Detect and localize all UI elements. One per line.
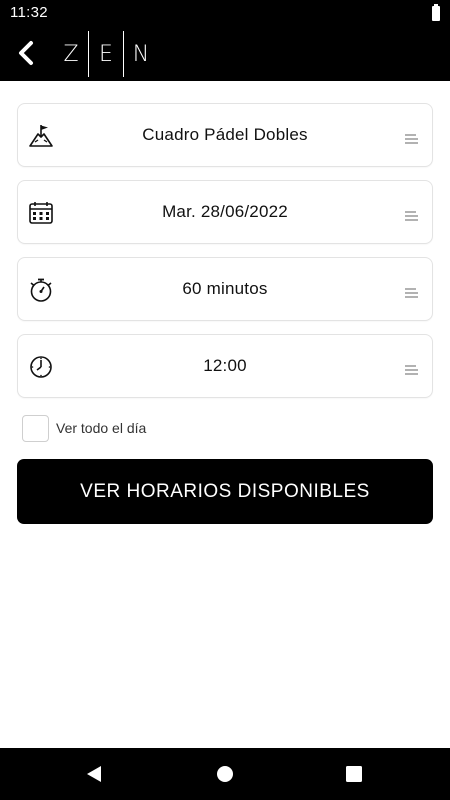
date-value: Mar. 28/06/2022 xyxy=(162,202,288,221)
menu-lines-icon xyxy=(405,134,418,144)
logo-letter: N xyxy=(132,41,150,67)
menu-lines-icon xyxy=(405,288,418,298)
view-available-times-button[interactable]: VER HORARIOS DISPONIBLES xyxy=(17,459,433,524)
booking-form: Cuadro Pádel Dobles Mar. 28/06/2022 60 m… xyxy=(0,81,450,748)
logo-letter: Z xyxy=(63,41,79,67)
time-value: 12:00 xyxy=(203,356,247,375)
duration-selector[interactable]: 60 minutos xyxy=(17,257,433,321)
court-value: Cuadro Pádel Dobles xyxy=(142,125,308,144)
triangle-back-icon[interactable] xyxy=(82,762,106,786)
logo-letter: E xyxy=(99,41,113,67)
court-flag-icon xyxy=(29,125,53,147)
square-recents-icon[interactable] xyxy=(342,762,366,786)
court-selector[interactable]: Cuadro Pádel Dobles xyxy=(17,103,433,167)
calendar-icon xyxy=(29,202,53,224)
date-selector[interactable]: Mar. 28/06/2022 xyxy=(17,180,433,244)
all-day-option: Ver todo el día xyxy=(22,414,146,442)
system-nav-bar xyxy=(0,748,450,800)
menu-lines-icon xyxy=(405,211,418,221)
duration-value: 60 minutos xyxy=(182,279,268,298)
back-button[interactable] xyxy=(12,38,42,68)
menu-lines-icon xyxy=(405,365,418,375)
status-bar: 11:32 xyxy=(0,0,450,26)
app-bar: Z E N xyxy=(0,26,450,81)
zen-logo: Z E N xyxy=(54,31,158,77)
circle-home-icon[interactable] xyxy=(213,762,237,786)
time-selector[interactable]: 12:00 xyxy=(17,334,433,398)
chevron-left-icon xyxy=(19,41,33,65)
all-day-checkbox[interactable] xyxy=(22,414,49,442)
stopwatch-icon xyxy=(30,278,52,302)
status-time: 11:32 xyxy=(10,4,48,21)
all-day-label: Ver todo el día xyxy=(56,420,147,436)
clock-icon xyxy=(30,356,52,378)
battery-full-icon xyxy=(432,4,440,21)
